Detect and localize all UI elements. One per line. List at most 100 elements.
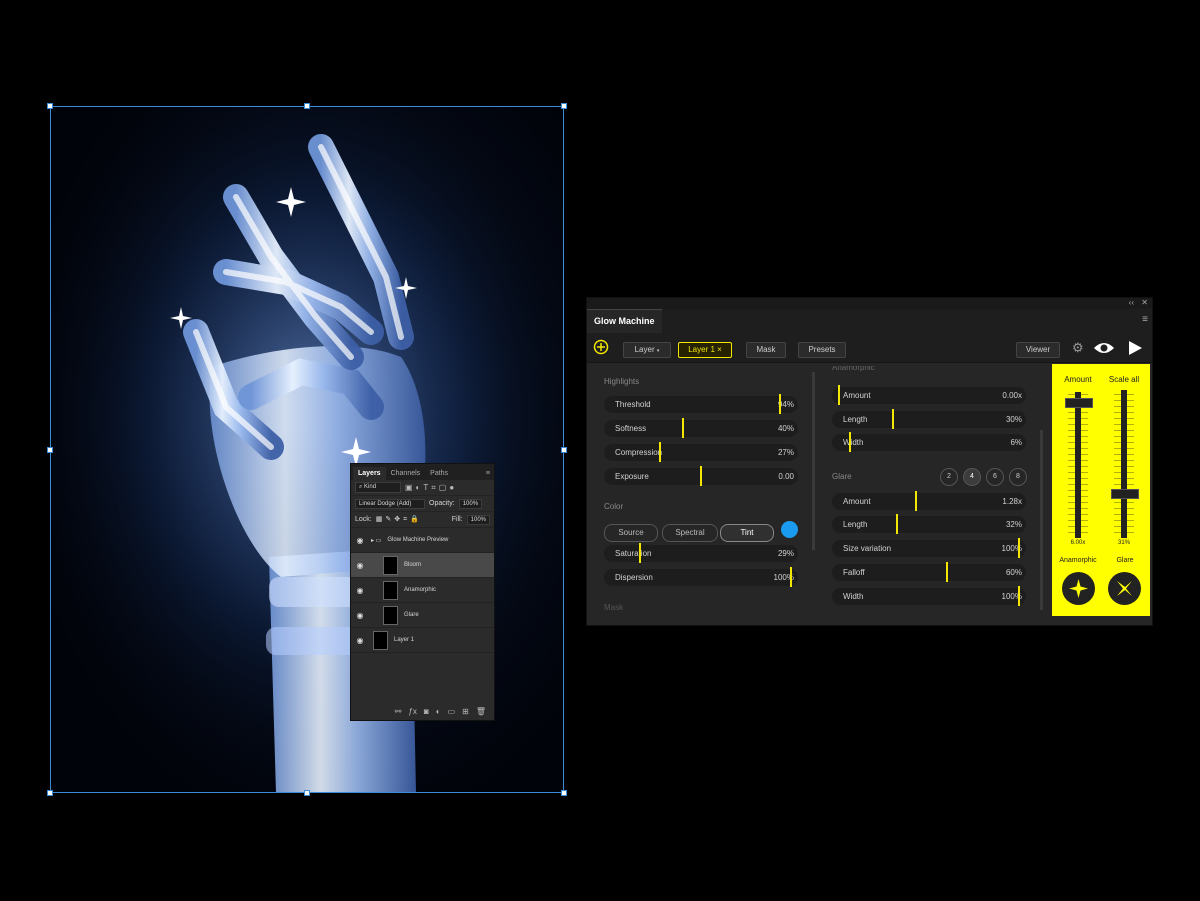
presets-button[interactable]: Presets bbox=[798, 342, 846, 358]
anamorphic-length-slider[interactable]: Length 30% bbox=[832, 409, 1026, 429]
trash-icon[interactable]: 🗑 bbox=[476, 707, 486, 716]
glare-points-2[interactable]: 2 bbox=[940, 468, 958, 486]
link-icon[interactable]: ⚯ bbox=[395, 707, 402, 716]
layer-row-bloom[interactable]: ◉ Bloom bbox=[351, 553, 494, 578]
glare-points-4[interactable]: 4 bbox=[963, 468, 981, 486]
slider-value: 6% bbox=[1010, 438, 1022, 447]
viewer-button[interactable]: Viewer bbox=[1016, 342, 1060, 358]
tab-paths[interactable]: Paths bbox=[425, 467, 453, 480]
layer-name: Anamorphic bbox=[404, 587, 437, 593]
threshold-slider[interactable]: Threshold 94% bbox=[604, 394, 798, 414]
slider-handle[interactable] bbox=[682, 418, 684, 438]
folder-icon[interactable]: ▭ bbox=[448, 707, 456, 716]
fx-icon[interactable]: ƒx bbox=[408, 707, 416, 716]
dispersion-slider[interactable]: Dispersion 100% bbox=[604, 567, 798, 587]
visibility-eye-icon[interactable]: ◉ bbox=[355, 611, 365, 620]
scale-fader-knob[interactable] bbox=[1111, 488, 1139, 499]
slider-handle[interactable] bbox=[848, 432, 851, 452]
compression-slider[interactable]: Compression 27% bbox=[604, 442, 798, 462]
tab-channels[interactable]: Channels bbox=[386, 467, 426, 480]
glare-amount-slider[interactable]: Amount 1.28x bbox=[832, 491, 1026, 511]
collapse-icon[interactable]: ‹‹ bbox=[1129, 298, 1134, 307]
transform-handle[interactable] bbox=[561, 790, 567, 796]
softness-slider[interactable]: Softness 40% bbox=[604, 418, 798, 438]
slider-handle[interactable] bbox=[838, 385, 840, 405]
slider-handle[interactable] bbox=[915, 491, 918, 511]
amount-fader-track[interactable] bbox=[1075, 392, 1081, 538]
amount-value: 6.00x bbox=[1070, 540, 1086, 546]
transform-handle[interactable] bbox=[47, 103, 53, 109]
tint-color-swatch[interactable] bbox=[781, 521, 798, 538]
panel-menu-icon[interactable]: ≡ bbox=[482, 467, 494, 480]
glare-width-slider[interactable]: Width 100% bbox=[832, 586, 1026, 606]
layer-tag-chip[interactable]: Layer 1 × bbox=[678, 342, 732, 358]
anamorphic-dial[interactable] bbox=[1062, 572, 1095, 605]
blend-mode-dropdown[interactable]: Linear Dodge (Add) bbox=[355, 498, 425, 509]
slider-handle[interactable] bbox=[658, 442, 661, 462]
amount-fader-knob[interactable] bbox=[1065, 397, 1093, 408]
slider-handle[interactable] bbox=[1018, 586, 1020, 606]
color-mode-tint[interactable]: Tint bbox=[720, 524, 774, 542]
color-mode-spectral[interactable]: Spectral bbox=[662, 524, 718, 542]
glare-falloff-slider[interactable]: Falloff 60% bbox=[832, 562, 1026, 582]
slider-handle[interactable] bbox=[638, 543, 641, 563]
kind-filter-dropdown[interactable]: ⌕ Kind bbox=[355, 482, 401, 493]
close-icon[interactable]: ✕ bbox=[1141, 298, 1148, 307]
color-mode-source[interactable]: Source bbox=[604, 524, 658, 542]
scale-fader-track[interactable] bbox=[1121, 390, 1127, 538]
glare-points-8[interactable]: 8 bbox=[1009, 468, 1027, 486]
play-icon[interactable] bbox=[1127, 340, 1143, 356]
layer-name: Layer 1 bbox=[394, 637, 415, 643]
adjustment-icon[interactable]: ◐ bbox=[436, 707, 441, 716]
panel-menu-icon[interactable]: ≡ bbox=[1142, 314, 1148, 325]
panel-title-tab[interactable]: Glow Machine bbox=[587, 309, 662, 334]
slider-handle[interactable] bbox=[779, 394, 782, 414]
slider-handle[interactable] bbox=[700, 466, 702, 486]
opacity-label: Opacity: bbox=[429, 500, 455, 507]
mask-button[interactable]: Mask bbox=[746, 342, 786, 358]
visibility-eye-icon[interactable]: ◉ bbox=[355, 586, 365, 595]
layer-row-glare[interactable]: ◉ Glare bbox=[351, 603, 494, 628]
glare-size-variation-slider[interactable]: Size variation 100% bbox=[832, 538, 1026, 558]
new-layer-icon[interactable]: ⊞ bbox=[462, 707, 469, 716]
slider-handle[interactable] bbox=[892, 409, 894, 429]
fill-field[interactable]: 100% bbox=[466, 514, 490, 525]
gear-icon[interactable]: ⚙ bbox=[1072, 340, 1084, 356]
layer-row-anamorphic[interactable]: ◉ Anamorphic bbox=[351, 578, 494, 603]
visibility-eye-icon[interactable]: ◉ bbox=[355, 536, 365, 545]
lock-icons[interactable]: ▦✎✥⌗🔒 bbox=[376, 515, 422, 524]
mask-icon[interactable]: ◙ bbox=[424, 707, 429, 716]
slider-handle[interactable] bbox=[790, 567, 792, 587]
transform-handle[interactable] bbox=[47, 790, 53, 796]
slider-label: Threshold bbox=[615, 400, 651, 409]
layer-row-layer1[interactable]: ◉ Layer 1 bbox=[351, 628, 494, 653]
layer-dropdown[interactable]: Layer ▾ bbox=[623, 342, 671, 358]
tab-layers[interactable]: Layers bbox=[353, 467, 386, 480]
plus-circle-icon[interactable] bbox=[593, 339, 609, 355]
left-column-scrollbar[interactable] bbox=[812, 372, 815, 550]
transform-handle[interactable] bbox=[304, 790, 310, 796]
opacity-field[interactable]: 100% bbox=[458, 498, 483, 509]
visibility-eye-icon[interactable]: ◉ bbox=[355, 636, 365, 645]
exposure-slider[interactable]: Exposure 0.00 bbox=[604, 466, 798, 486]
anamorphic-amount-slider[interactable]: Amount 0.00x bbox=[832, 385, 1026, 405]
visibility-eye-icon[interactable]: ◉ bbox=[355, 561, 365, 570]
slider-handle[interactable] bbox=[1018, 538, 1020, 558]
glare-dial-label: Glare bbox=[1116, 557, 1134, 564]
slider-handle[interactable] bbox=[946, 562, 948, 582]
transform-handle[interactable] bbox=[561, 447, 567, 453]
anamorphic-width-slider[interactable]: Width 6% bbox=[832, 432, 1026, 452]
middle-column-scrollbar[interactable] bbox=[1040, 430, 1043, 610]
slider-label: Length bbox=[843, 415, 868, 424]
glare-points-6[interactable]: 6 bbox=[986, 468, 1004, 486]
saturation-slider[interactable]: Saturation 29% bbox=[604, 543, 798, 563]
transform-handle[interactable] bbox=[561, 103, 567, 109]
transform-handle[interactable] bbox=[304, 103, 310, 109]
eye-icon[interactable] bbox=[1093, 341, 1115, 355]
filter-icons[interactable]: ▣◐T⌗▢● bbox=[405, 483, 457, 493]
slider-handle[interactable] bbox=[895, 514, 898, 534]
transform-handle[interactable] bbox=[47, 447, 53, 453]
layer-group-row[interactable]: ◉ ▸ ▭ Glow Machine Preview bbox=[351, 528, 494, 553]
glare-length-slider[interactable]: Length 32% bbox=[832, 514, 1026, 534]
glare-dial[interactable] bbox=[1108, 572, 1141, 605]
